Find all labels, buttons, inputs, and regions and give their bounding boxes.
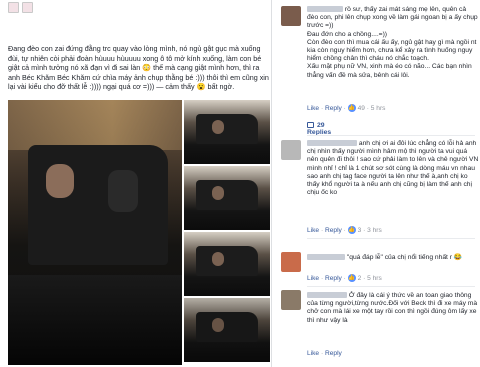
like-link[interactable]: Like [307,105,319,112]
reply-link[interactable]: Reply [325,105,342,112]
more-photos-overlay [184,298,270,362]
comment-time[interactable]: 5 hrs [371,105,386,112]
comment-time[interactable]: 5 hrs [367,275,382,282]
comment-time[interactable]: 3 hrs [367,227,382,234]
comment-text: "quá đáp lễ" của chị nổi tiếng nhất r 😂 [307,254,479,262]
post-photo-thumb[interactable] [184,298,270,362]
comment-actions: Like · Reply · 👍 3 · 3 hrs [307,226,382,234]
divider [307,238,475,239]
commenter-avatar[interactable] [281,290,301,310]
post-column: Đang đèo con zai đứng đằng trc quay vào … [0,0,272,367]
car-window [196,246,258,276]
like-icon: 👍 [347,226,356,234]
commenter-name[interactable] [307,292,347,299]
like-count: 2 [357,274,362,282]
post-photo-thumb[interactable] [184,232,270,296]
like-count: 49 [357,104,365,112]
commenter-name[interactable] [307,6,343,13]
comment-actions: Like · Reply · 👍 49 · 5 hrs [307,104,386,112]
view-replies-link[interactable]: 29 Replies [307,122,331,136]
commenter-avatar[interactable] [281,140,301,160]
post-text: Đang đèo con zai đứng đằng trc quay vào … [8,44,269,91]
car-window [196,180,258,210]
commenter-avatar[interactable] [281,252,301,272]
reply-icon [307,122,314,129]
reply-link[interactable]: Reply [325,350,342,357]
like-count: 3 [357,226,362,234]
commenter-avatar[interactable] [281,6,301,26]
person-face [212,186,224,200]
reply-link[interactable]: Reply [325,275,342,282]
like-link[interactable]: Like [307,227,319,234]
comment-text: anh chị ơi ai đôi lúc chẳng có lỗi hả an… [307,140,479,197]
like-link[interactable]: Like [307,275,319,282]
car-window [28,145,168,265]
photo-sky [8,100,182,150]
reply-link[interactable]: Reply [325,227,342,234]
post-photo-thumb[interactable] [184,100,270,164]
post-photo-thumb[interactable] [184,166,270,230]
poster-avatars [8,2,33,13]
person-shadow [108,170,138,212]
like-icon: 👍 [347,274,356,282]
post-photo-thumbnails [184,100,270,364]
comment-text: rồ sư, thấy zai mát sáng mẹ lên, quên cả… [307,6,478,79]
avatar[interactable] [22,2,33,13]
comment-text: Ở đây là cái ý thức về an toan giao thôn… [307,292,478,324]
comment-actions: Like · Reply · 👍 2 · 5 hrs [307,274,382,282]
commenter-name[interactable] [307,254,345,261]
like-link[interactable]: Like [307,350,319,357]
divider [307,135,475,136]
car-door [8,275,182,365]
person-face [212,120,224,134]
like-icon: 👍 [347,104,356,112]
avatar[interactable] [8,2,19,13]
comment-actions: Like · Reply [307,350,342,357]
commenter-name[interactable] [307,140,357,147]
car-window [196,114,258,144]
person-face [212,252,224,266]
person-face [46,164,74,198]
comments-column: rồ sư, thấy zai mát sáng mẹ lên, quên cả… [275,0,480,367]
divider [307,286,475,287]
post-photo-main[interactable] [8,100,182,365]
